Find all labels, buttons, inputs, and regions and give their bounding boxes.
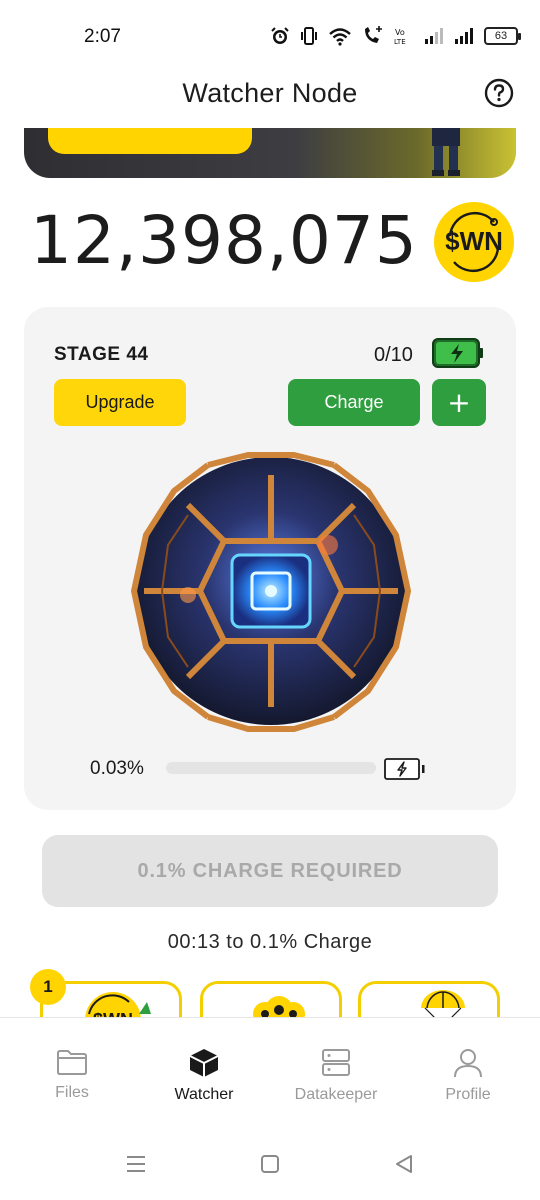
charged-battery-icon xyxy=(432,338,483,368)
server-icon xyxy=(322,1049,350,1076)
countdown-text: 00:13 to 0.1% Charge xyxy=(167,931,373,953)
signal-icon xyxy=(455,28,473,44)
balance-amount: 12,398,075 xyxy=(30,202,418,279)
balance-row: 12,398,075 $WN xyxy=(30,202,520,282)
back-icon[interactable] xyxy=(394,1154,414,1174)
nav-item-watcher[interactable]: Watcher xyxy=(144,1048,264,1104)
svg-text:LTE: LTE xyxy=(394,38,406,46)
charge-battery-icon xyxy=(384,758,425,780)
nav-label-datakeeper: Datakeeper xyxy=(294,1086,378,1103)
node-card: STAGE 44 0/10 Upgrade Charge + 0.03% xyxy=(24,307,516,810)
wifi-icon xyxy=(329,28,351,46)
nav-item-profile[interactable]: Profile xyxy=(408,1048,528,1104)
add-charge-button[interactable]: + xyxy=(432,379,486,426)
progress-bar xyxy=(166,762,376,774)
nav-item-files[interactable]: Files xyxy=(12,1048,132,1102)
signal-icon xyxy=(425,28,443,44)
folder-icon xyxy=(57,1050,87,1075)
nav-label-files: Files xyxy=(55,1084,89,1101)
system-nav-bar xyxy=(0,1130,540,1200)
status-bar: 2:07 Vo LTE 63 xyxy=(0,0,540,72)
menu-icon[interactable] xyxy=(126,1154,146,1174)
volte-icon: VoLTE xyxy=(394,28,406,46)
status-time: 2:07 xyxy=(84,26,121,47)
status-icons: Vo LTE 63 xyxy=(270,24,521,48)
svg-text:Vo: Vo xyxy=(395,28,405,37)
cube-icon xyxy=(189,1049,219,1077)
charge-required-button[interactable]: 0.1% CHARGE REQUIRED xyxy=(42,835,498,907)
home-icon[interactable] xyxy=(260,1154,280,1174)
stage-label: STAGE 44 xyxy=(54,344,149,365)
wn-token-icon: $WN xyxy=(434,202,514,282)
progress-percent: 0.03% xyxy=(90,758,144,779)
promo-banner[interactable] xyxy=(24,128,516,178)
vibrate-icon xyxy=(301,27,317,45)
upgrade-button[interactable]: Upgrade xyxy=(54,379,186,426)
charge-button[interactable]: Charge xyxy=(288,379,420,426)
user-icon xyxy=(454,1049,482,1078)
battery-icon: 63 xyxy=(484,27,521,45)
banner-button[interactable] xyxy=(48,128,252,154)
alarm-icon xyxy=(271,27,289,44)
robot-figure-icon xyxy=(432,128,460,176)
charge-count: 0/10 xyxy=(374,344,413,366)
watcher-orb-image xyxy=(131,452,411,732)
bottom-nav: Files Watcher Datakeeper Profile xyxy=(0,1017,540,1119)
page-title: Watcher Node xyxy=(182,78,358,108)
nav-label-watcher: Watcher xyxy=(174,1086,234,1103)
call-icon xyxy=(365,26,382,43)
nav-item-datakeeper[interactable]: Datakeeper xyxy=(276,1048,396,1104)
tile-badge: 1 xyxy=(30,969,66,1005)
app-header: Watcher Node xyxy=(0,72,540,124)
help-icon[interactable] xyxy=(484,78,514,108)
token-label: $WN xyxy=(445,226,503,256)
nav-label-profile: Profile xyxy=(445,1086,491,1103)
